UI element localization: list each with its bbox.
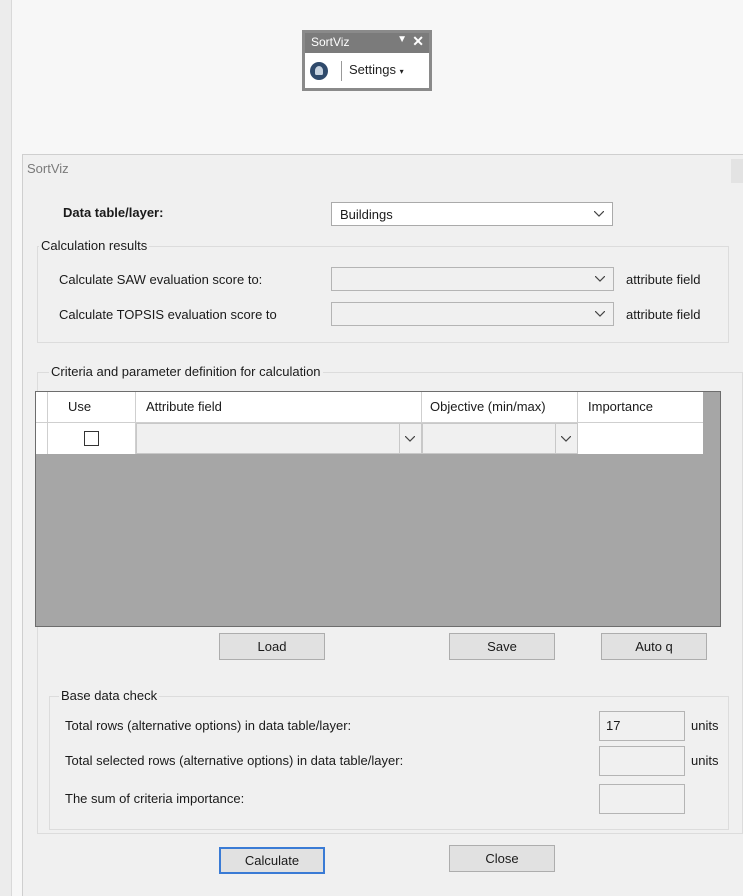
row-header-cell[interactable] bbox=[36, 423, 48, 454]
toolbar-title: SortViz bbox=[311, 35, 350, 49]
settings-label: Settings bbox=[349, 62, 396, 77]
auto-q-button[interactable]: Auto q bbox=[601, 633, 707, 660]
calculate-button[interactable]: Calculate bbox=[219, 847, 325, 874]
use-checkbox[interactable] bbox=[84, 431, 99, 446]
toolbar-options-dropdown-icon[interactable]: ▼ bbox=[397, 34, 407, 45]
chevron-down-icon bbox=[595, 276, 605, 282]
topsis-suffix-label: attribute field bbox=[626, 307, 701, 322]
selected-rows-unit: units bbox=[691, 753, 719, 768]
total-rows-field[interactable]: 17 bbox=[599, 711, 685, 741]
dialog-close-button[interactable] bbox=[731, 159, 743, 183]
total-rows-unit: units bbox=[691, 718, 719, 733]
dropdown-separator bbox=[399, 424, 400, 453]
total-rows-label: Total rows (alternative options) in data… bbox=[65, 718, 352, 733]
data-table-select[interactable]: Buildings bbox=[331, 202, 613, 226]
dropdown-separator bbox=[555, 424, 556, 453]
sortviz-logo-icon[interactable] bbox=[310, 62, 328, 80]
criteria-grid[interactable]: Use Attribute field Objective (min/max) … bbox=[35, 391, 721, 627]
importance-cell[interactable] bbox=[578, 423, 701, 454]
dialog-title: SortViz bbox=[27, 161, 69, 176]
attribute-field-select[interactable] bbox=[136, 423, 422, 454]
column-header-attribute-field[interactable]: Attribute field bbox=[136, 392, 422, 423]
column-header-importance[interactable]: Importance bbox=[578, 392, 701, 423]
settings-caret-icon: ▾ bbox=[399, 67, 404, 76]
row-header-cell bbox=[36, 392, 48, 423]
sortviz-toolbar-window: SortViz ▼ ✕ Settings ▾ bbox=[302, 30, 432, 91]
load-button[interactable]: Load bbox=[219, 633, 325, 660]
column-header-attribute-label: Attribute field bbox=[146, 399, 222, 414]
topsis-field-select[interactable] bbox=[331, 302, 614, 326]
calculation-results-label: Calculation results bbox=[39, 238, 150, 253]
window-edge bbox=[0, 0, 12, 896]
saw-field-select[interactable] bbox=[331, 267, 614, 291]
data-table-value: Buildings bbox=[340, 207, 393, 222]
base-data-check-label: Base data check bbox=[59, 688, 160, 703]
column-header-use-label: Use bbox=[68, 399, 92, 414]
data-table-label: Data table/layer: bbox=[63, 205, 164, 220]
column-header-use[interactable]: Use bbox=[48, 392, 136, 423]
saw-suffix-label: attribute field bbox=[626, 272, 701, 287]
saw-label: Calculate SAW evaluation score to: bbox=[59, 272, 263, 287]
chevron-down-icon bbox=[561, 436, 571, 442]
importance-sum-field[interactable] bbox=[599, 784, 685, 814]
selected-rows-field[interactable] bbox=[599, 746, 685, 776]
toolbar-titlebar[interactable]: SortViz ▼ ✕ bbox=[305, 33, 429, 53]
column-header-importance-label: Importance bbox=[588, 399, 654, 414]
total-rows-value: 17 bbox=[606, 718, 621, 733]
calculation-results-group bbox=[37, 246, 729, 343]
topsis-label: Calculate TOPSIS evaluation score to bbox=[59, 307, 277, 322]
close-button[interactable]: Close bbox=[449, 845, 555, 872]
chevron-down-icon bbox=[595, 311, 605, 317]
importance-sum-label: The sum of criteria importance: bbox=[65, 791, 245, 806]
toolbar-separator bbox=[341, 61, 342, 81]
toolbar-close-icon[interactable]: ✕ bbox=[412, 33, 424, 50]
criteria-group-label: Criteria and parameter definition for ca… bbox=[49, 364, 323, 379]
column-header-objective[interactable]: Objective (min/max) bbox=[422, 392, 578, 423]
settings-menu-button[interactable]: Settings ▾ bbox=[349, 62, 404, 77]
table-row bbox=[36, 423, 703, 454]
use-cell bbox=[48, 423, 136, 454]
objective-select[interactable] bbox=[422, 423, 578, 454]
criteria-grid-header: Use Attribute field Objective (min/max) … bbox=[36, 392, 703, 423]
chevron-down-icon bbox=[405, 436, 415, 442]
chevron-down-icon bbox=[594, 211, 604, 217]
column-header-objective-label: Objective (min/max) bbox=[430, 399, 546, 414]
save-button[interactable]: Save bbox=[449, 633, 555, 660]
sortviz-dialog: SortViz Data table/layer: Buildings Calc… bbox=[22, 154, 743, 896]
selected-rows-label: Total selected rows (alternative options… bbox=[65, 753, 404, 768]
